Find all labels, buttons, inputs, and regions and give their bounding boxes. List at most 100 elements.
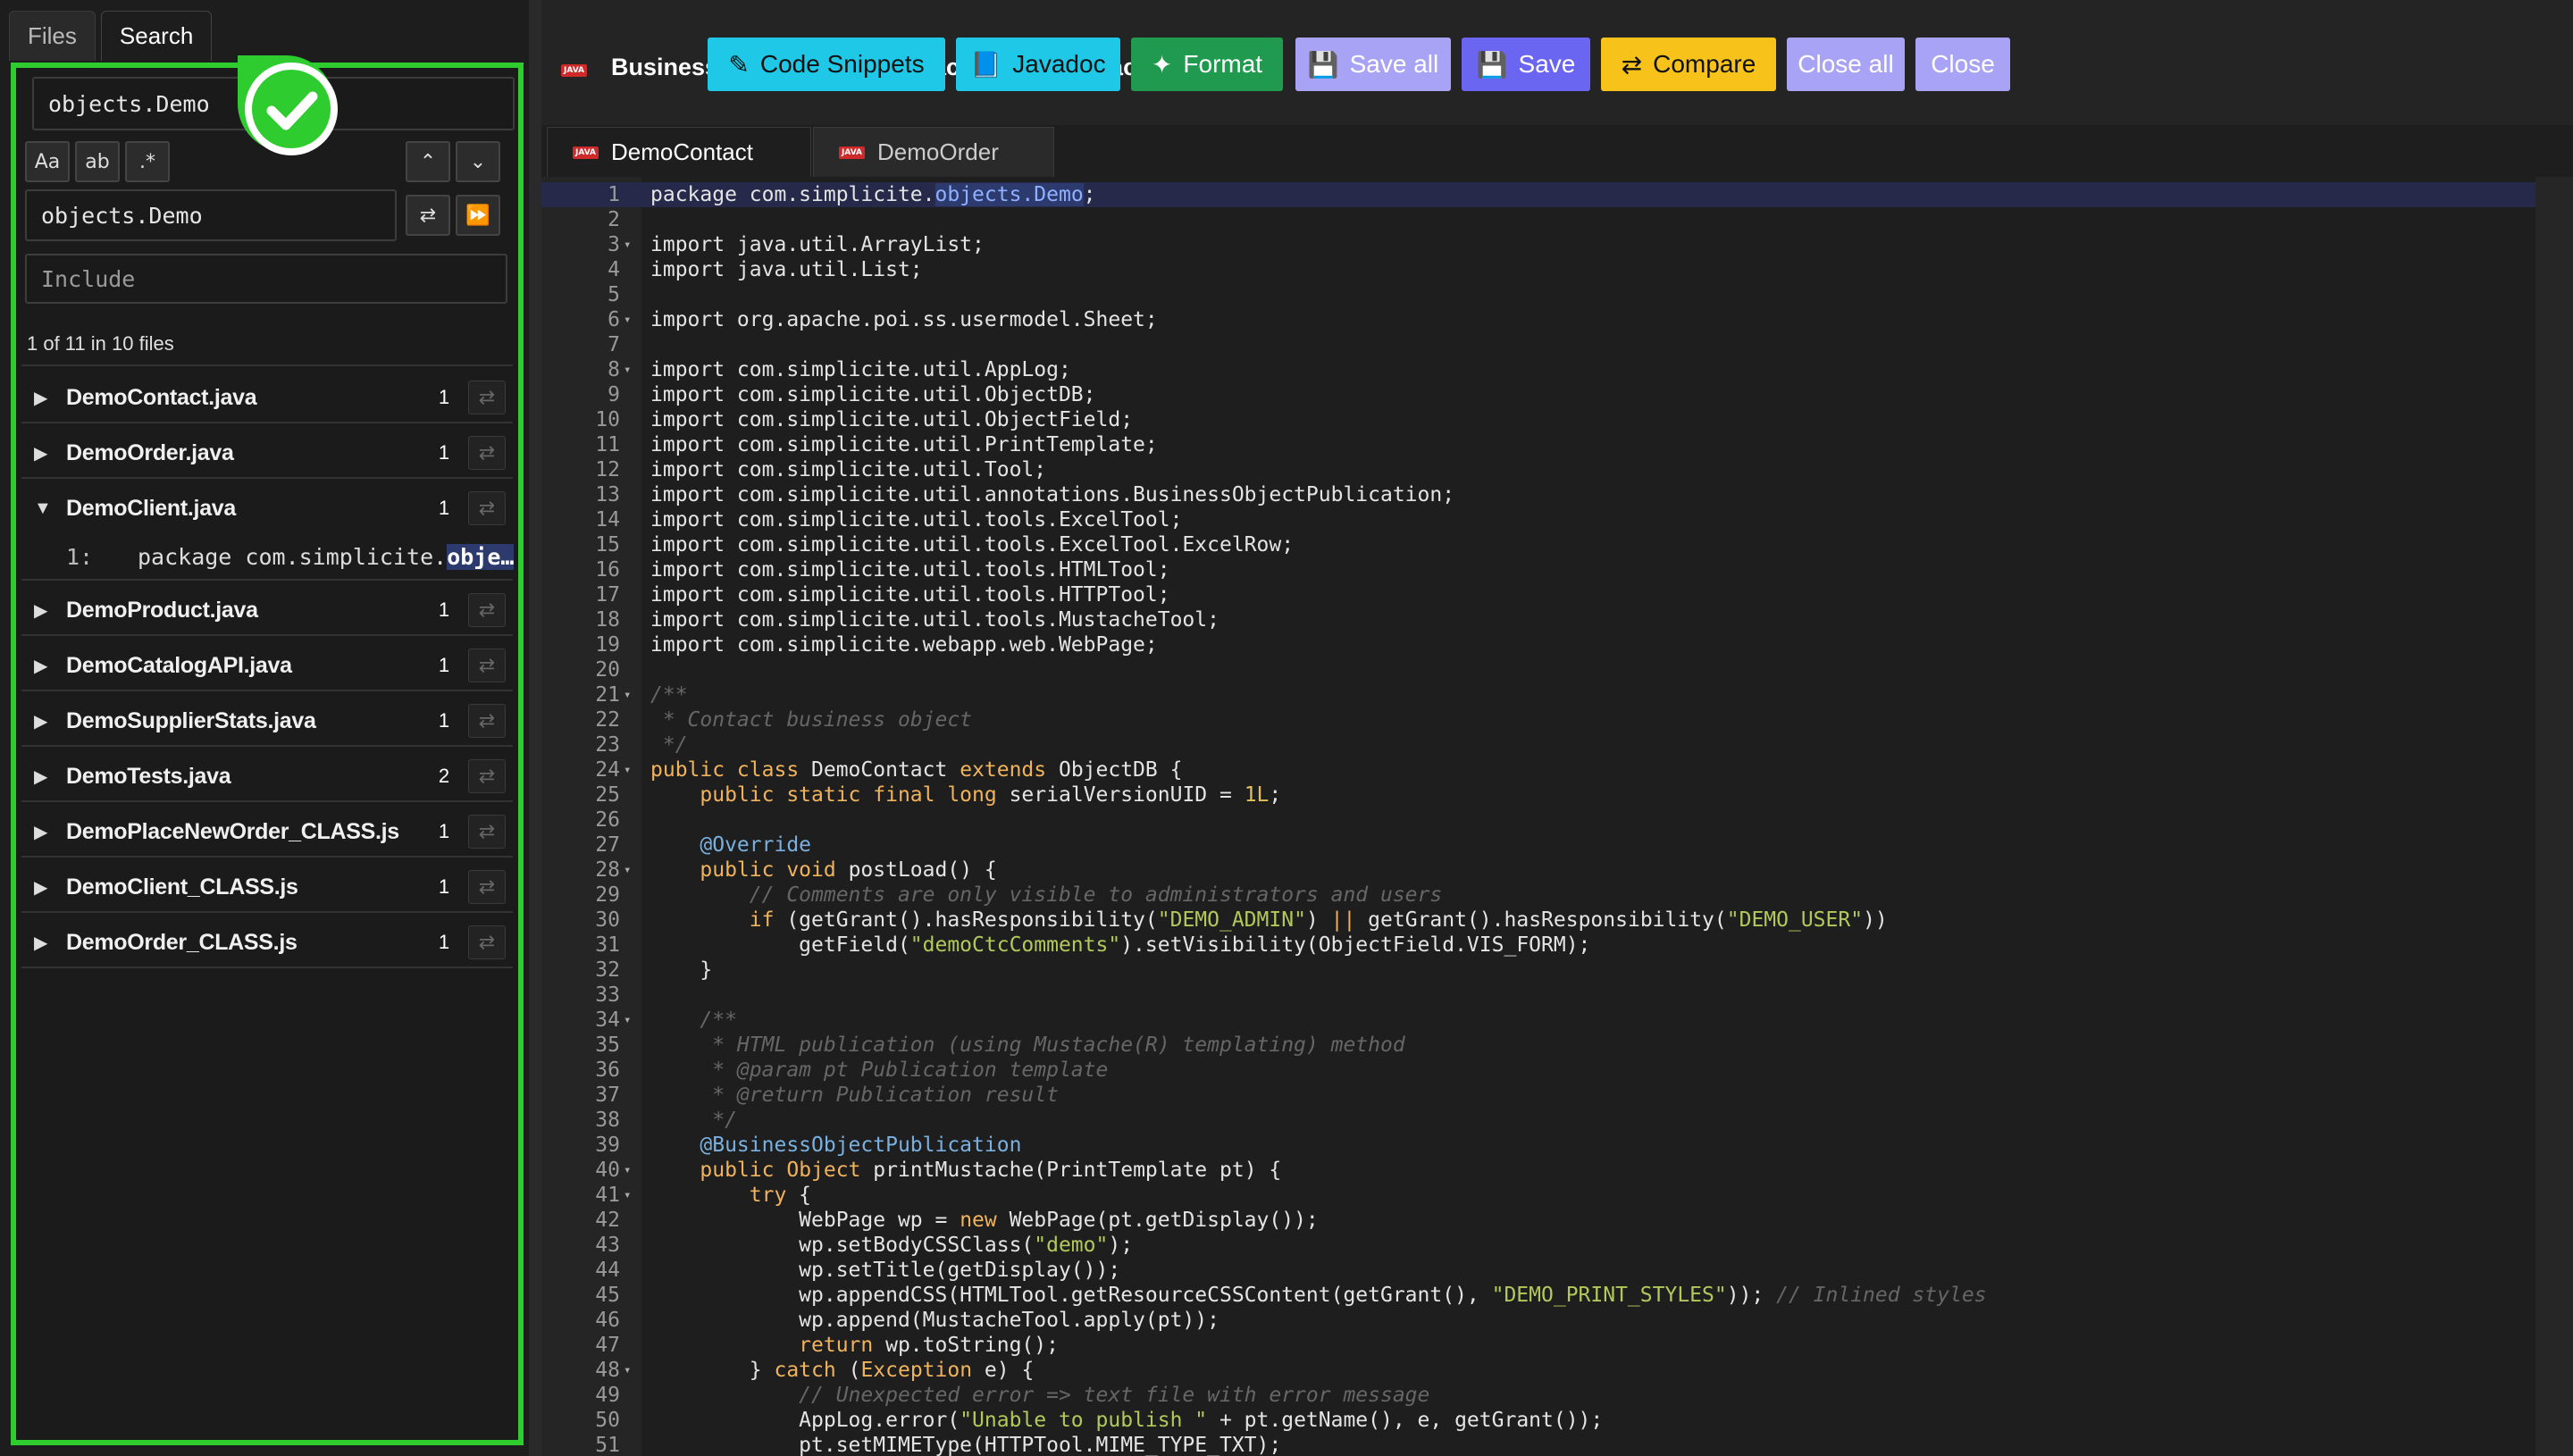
compare-button[interactable]: ⇄ Compare (1601, 38, 1776, 91)
code-line[interactable]: 30 if (getGrant().hasResponsibility("DEM… (541, 908, 2535, 933)
code-line[interactable]: 38 */ (541, 1108, 2535, 1133)
panel-splitter[interactable] (529, 0, 541, 1456)
code-line[interactable]: 37 * @return Publication result (541, 1083, 2535, 1108)
code-editor[interactable]: 1 package com.simplicite.objects.Demo; 2 3 ▾… (541, 177, 2573, 1456)
caret-right-icon[interactable]: ▶ (21, 821, 61, 843)
code-line[interactable]: 21 ▾ /** (541, 682, 2535, 707)
replace-in-file-button[interactable]: ⇄ (468, 704, 506, 738)
replace-all-button[interactable]: ⏩ (456, 195, 500, 236)
editor-scrollbar[interactable] (2535, 177, 2573, 1456)
replace-in-file-button[interactable]: ⇄ (468, 815, 506, 849)
caret-right-icon[interactable]: ▶ (21, 655, 61, 677)
code-line[interactable]: 43 wp.setBodyCSSClass("demo"); (541, 1233, 2535, 1258)
fold-toggle-icon[interactable]: ▾ (624, 232, 638, 257)
match-case-toggle[interactable]: Aa (25, 141, 70, 182)
save-button[interactable]: 💾 Save (1462, 38, 1590, 91)
code-line[interactable]: 42 WebPage wp = new WebPage(pt.getDispla… (541, 1208, 2535, 1233)
fold-toggle-icon[interactable]: ▾ (624, 1183, 638, 1208)
caret-right-icon[interactable]: ▶ (21, 710, 61, 732)
include-input[interactable]: Include (25, 254, 507, 304)
code-line[interactable]: 17 import com.simplicite.util.tools.HTTPT… (541, 582, 2535, 607)
code-line[interactable]: 40 ▾ public Object printMustache(PrintTem… (541, 1158, 2535, 1183)
replace-in-file-button[interactable]: ⇄ (468, 436, 506, 470)
regex-toggle[interactable]: .* (125, 141, 170, 182)
replace-button[interactable]: ⇄ (406, 195, 450, 236)
code-line[interactable]: 35 * HTML publication (using Mustache(R)… (541, 1033, 2535, 1058)
code-line[interactable]: 14 import com.simplicite.util.tools.Excel… (541, 507, 2535, 532)
code-line[interactable]: 6 ▾ import org.apache.poi.ss.usermodel.She… (541, 307, 2535, 332)
code-line[interactable]: 46 wp.append(MustacheTool.apply(pt)); (541, 1308, 2535, 1333)
code-line[interactable]: 50 AppLog.error("Unable to publish " + p… (541, 1408, 2535, 1433)
code-line[interactable]: 25 public static final long serialVersio… (541, 782, 2535, 807)
replace-input[interactable]: objects.Demo (25, 189, 397, 241)
search-result-file[interactable]: ▶ DemoSupplierStats.java 1 ⇄ (21, 695, 513, 747)
caret-right-icon[interactable]: ▶ (21, 932, 61, 954)
search-result-file[interactable]: ▶ DemoProduct.java 1 ⇄ (21, 584, 513, 636)
code-line[interactable]: 15 import com.simplicite.util.tools.Excel… (541, 532, 2535, 557)
code-line[interactable]: 9 import com.simplicite.util.ObjectDB; (541, 382, 2535, 407)
code-line[interactable]: 47 return wp.toString(); (541, 1333, 2535, 1358)
fold-toggle-icon[interactable]: ▾ (624, 1358, 638, 1383)
code-line[interactable]: 41 ▾ try { (541, 1183, 2535, 1208)
code-line[interactable]: 3 ▾ import java.util.ArrayList; (541, 232, 2535, 257)
code-line[interactable]: 10 import com.simplicite.util.ObjectField… (541, 407, 2535, 432)
caret-right-icon[interactable]: ▶ (21, 387, 61, 409)
code-line[interactable]: 44 wp.setTitle(getDisplay()); (541, 1258, 2535, 1283)
code-line[interactable]: 24 ▾ public class DemoContact extends Obje… (541, 757, 2535, 782)
fold-toggle-icon[interactable]: ▾ (624, 858, 638, 883)
replace-in-file-button[interactable]: ⇄ (468, 925, 506, 959)
replace-in-file-button[interactable]: ⇄ (468, 649, 506, 682)
code-line[interactable]: 18 import com.simplicite.util.tools.Musta… (541, 607, 2535, 632)
code-line[interactable]: 13 import com.simplicite.util.annotations… (541, 482, 2535, 507)
javadoc-button[interactable]: 📘 Javadoc (956, 38, 1120, 91)
caret-right-icon[interactable]: ▶ (21, 442, 61, 464)
search-result-file[interactable]: ▶ DemoOrder_CLASS.js 1 ⇄ (21, 916, 513, 968)
fold-toggle-icon[interactable]: ▾ (624, 357, 638, 382)
replace-in-file-button[interactable]: ⇄ (468, 870, 506, 904)
code-line[interactable]: 2 (541, 207, 2535, 232)
whole-word-toggle[interactable]: ab (75, 141, 120, 182)
code-snippets-button[interactable]: ✎ Code Snippets (708, 38, 945, 91)
code-line[interactable]: 36 * @param pt Publication template (541, 1058, 2535, 1083)
code-line[interactable]: 22 * Contact business object (541, 707, 2535, 732)
replace-in-file-button[interactable]: ⇄ (468, 593, 506, 627)
code-line[interactable]: 20 (541, 657, 2535, 682)
search-result-file[interactable]: ▶ DemoClient_CLASS.js 1 ⇄ (21, 861, 513, 913)
search-result-file[interactable]: ▶ DemoTests.java 2 ⇄ (21, 750, 513, 802)
previous-match-button[interactable]: ⌃ (406, 141, 450, 182)
search-result-file[interactable]: ▶ DemoCatalogAPI.java 1 ⇄ (21, 640, 513, 691)
code-line[interactable]: 11 import com.simplicite.util.PrintTempla… (541, 432, 2535, 457)
search-match-line[interactable]: 1: package com.simplicite. obje… (21, 534, 518, 579)
tab-files[interactable]: Files (9, 11, 96, 61)
code-line[interactable]: 26 (541, 807, 2535, 833)
fold-toggle-icon[interactable]: ▾ (624, 682, 638, 707)
caret-down-icon[interactable]: ▼ (21, 498, 61, 519)
caret-right-icon[interactable]: ▶ (21, 599, 61, 622)
code-line[interactable]: 8 ▾ import com.simplicite.util.AppLog; (541, 357, 2535, 382)
code-line[interactable]: 48 ▾ } catch (Exception e) { (541, 1358, 2535, 1383)
code-line[interactable]: 5 (541, 282, 2535, 307)
code-line[interactable]: 33 (541, 983, 2535, 1008)
replace-in-file-button[interactable]: ⇄ (468, 759, 506, 793)
fold-toggle-icon[interactable]: ▾ (624, 1008, 638, 1033)
close-all-button[interactable]: Close all (1787, 38, 1905, 91)
format-button[interactable]: ✦ Format (1131, 38, 1283, 91)
code-line[interactable]: 45 wp.appendCSS(HTMLTool.getResourceCSSC… (541, 1283, 2535, 1308)
tab-democontact[interactable]: JAVA DemoContact (547, 127, 811, 177)
replace-in-file-button[interactable]: ⇄ (468, 491, 506, 525)
fold-toggle-icon[interactable]: ▾ (624, 1158, 638, 1183)
search-result-file[interactable]: ▶ DemoContact.java 1 ⇄ (21, 372, 513, 423)
code-line[interactable]: 32 } (541, 958, 2535, 983)
code-line[interactable]: 29 // Comments are only visible to admin… (541, 883, 2535, 908)
code-line[interactable]: 7 (541, 332, 2535, 357)
code-line[interactable]: 34 ▾ /** (541, 1008, 2535, 1033)
search-result-file[interactable]: ▶ DemoOrder.java 1 ⇄ (21, 427, 513, 479)
code-line[interactable]: 16 import com.simplicite.util.tools.HTMLT… (541, 557, 2535, 582)
fold-toggle-icon[interactable]: ▾ (624, 307, 638, 332)
code-line[interactable]: 51 pt.setMIMEType(HTTPTool.MIME_TYPE_TXT… (541, 1433, 2535, 1456)
code-line[interactable]: 49 // Unexpected error => text file with… (541, 1383, 2535, 1408)
code-line[interactable]: 23 */ (541, 732, 2535, 757)
code-line[interactable]: 12 import com.simplicite.util.Tool; (541, 457, 2535, 482)
code-line[interactable]: 1 package com.simplicite.objects.Demo; (541, 182, 2535, 207)
save-all-button[interactable]: 💾 Save all (1295, 38, 1451, 91)
